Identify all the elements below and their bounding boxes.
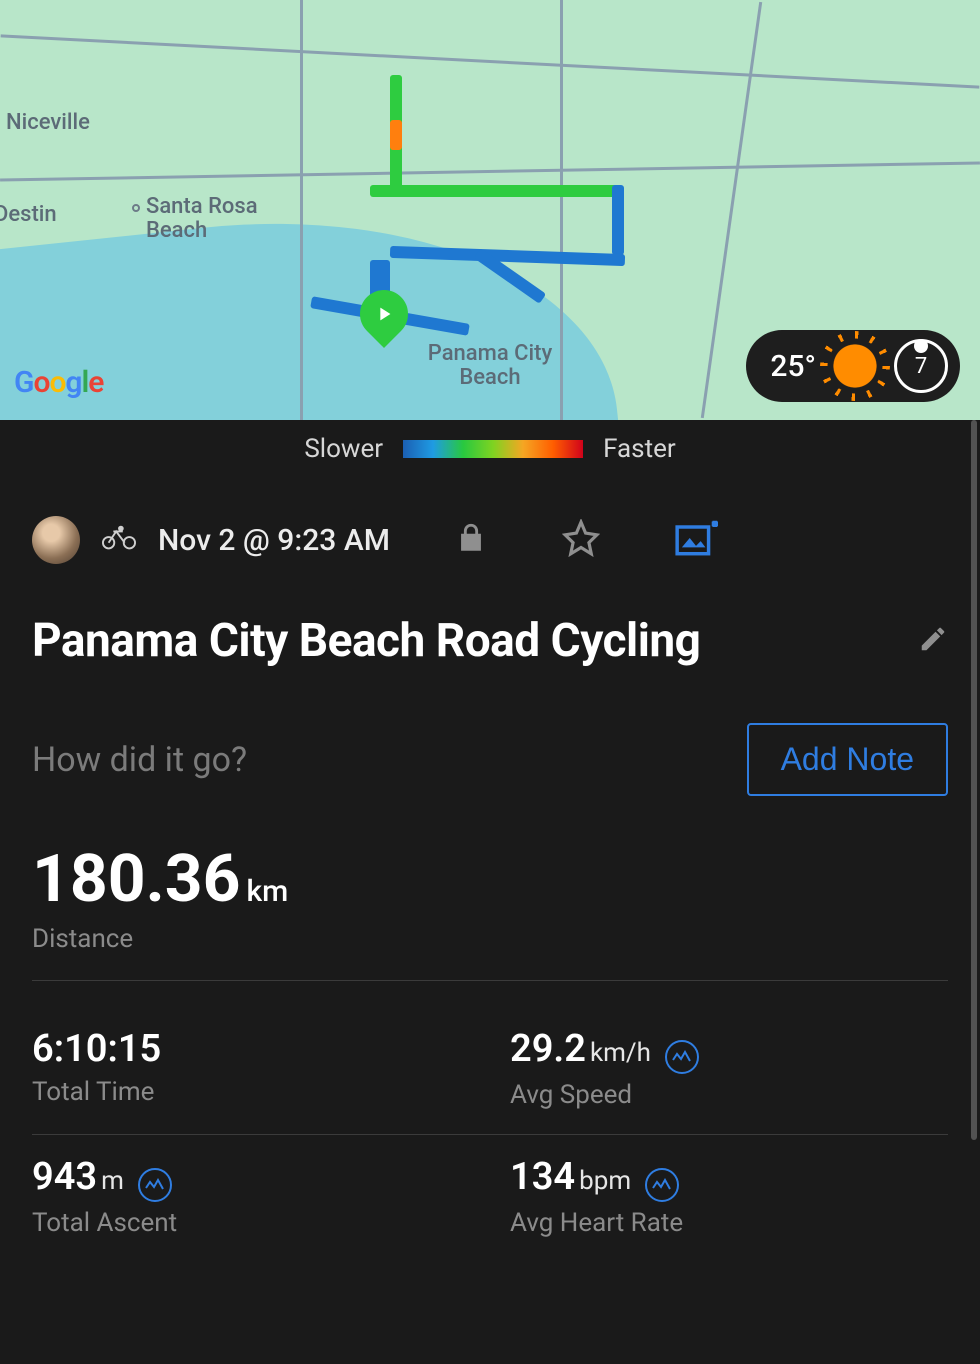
map-road xyxy=(0,161,980,181)
avg-speed-label: Avg Speed xyxy=(510,1080,948,1110)
chart-icon[interactable] xyxy=(138,1168,172,1202)
total-time-label: Total Time xyxy=(32,1077,470,1107)
chart-icon[interactable] xyxy=(645,1168,679,1202)
gps-track xyxy=(612,185,624,255)
avatar[interactable] xyxy=(32,516,80,564)
star-icon[interactable] xyxy=(562,519,600,561)
uv-index: 7 xyxy=(894,339,948,393)
total-ascent-metric[interactable]: 943m Total Ascent xyxy=(32,1135,470,1262)
avg-speed-metric[interactable]: 29.2km/h Avg Speed xyxy=(510,1007,948,1134)
scrollbar[interactable] xyxy=(971,420,977,1140)
avg-hr-unit: bpm xyxy=(579,1166,631,1196)
avg-hr-label: Avg Heart Rate xyxy=(510,1208,948,1238)
distance-metric: 180.36km Distance xyxy=(32,841,948,954)
total-time-metric: 6:10:15 Total Time xyxy=(32,1007,470,1134)
map-label-niceville: Niceville xyxy=(6,110,90,135)
total-ascent-value: 943 xyxy=(32,1155,97,1199)
map-road xyxy=(300,0,303,420)
gps-track xyxy=(370,185,620,197)
sun-icon xyxy=(830,341,880,391)
edit-icon[interactable] xyxy=(918,624,948,658)
avg-hr-metric[interactable]: 134bpm Avg Heart Rate xyxy=(510,1135,948,1262)
distance-label: Distance xyxy=(32,924,948,954)
speed-legend: Slower Faster xyxy=(0,420,980,478)
map-label-santa-rosa: Santa Rosa Beach xyxy=(146,195,286,243)
divider xyxy=(32,980,948,981)
legend-gradient xyxy=(403,440,583,458)
map-point-icon xyxy=(132,204,140,212)
avg-speed-unit: km/h xyxy=(590,1038,651,1068)
chart-icon[interactable] xyxy=(665,1040,699,1074)
activity-panel: Nov 2 @ 9:23 AM Panama City Beach Road C… xyxy=(0,478,980,1262)
total-ascent-unit: m xyxy=(101,1166,124,1196)
distance-value: 180.36 xyxy=(32,841,240,918)
map-road xyxy=(1,34,980,88)
weather-temp: 25° xyxy=(770,349,816,384)
activity-title: Panama City Beach Road Cycling xyxy=(32,614,700,668)
note-prompt: How did it go? xyxy=(32,740,247,780)
avg-hr-value: 134 xyxy=(510,1155,575,1199)
avg-speed-value: 29.2 xyxy=(510,1027,586,1071)
total-ascent-label: Total Ascent xyxy=(32,1208,470,1238)
activity-meta: Nov 2 @ 9:23 AM xyxy=(32,516,948,564)
google-logo: Google xyxy=(14,365,103,400)
activity-map[interactable]: Niceville Destin Santa Rosa Beach Panama… xyxy=(0,0,980,420)
weather-widget[interactable]: 25° 7 xyxy=(746,330,960,402)
distance-unit: km xyxy=(246,874,288,909)
legend-slower: Slower xyxy=(304,434,383,464)
add-note-button[interactable]: Add Note xyxy=(747,723,948,796)
map-label-pcb: Panama City Beach xyxy=(420,342,560,390)
legend-faster: Faster xyxy=(603,434,676,464)
gps-track xyxy=(390,120,402,150)
activity-timestamp: Nov 2 @ 9:23 AM xyxy=(158,523,390,558)
lock-icon[interactable] xyxy=(454,521,488,559)
map-label-destin: Destin xyxy=(0,202,57,227)
cycling-icon xyxy=(102,524,136,556)
total-time-value: 6:10:15 xyxy=(32,1027,161,1071)
add-photo-icon[interactable] xyxy=(674,518,718,562)
